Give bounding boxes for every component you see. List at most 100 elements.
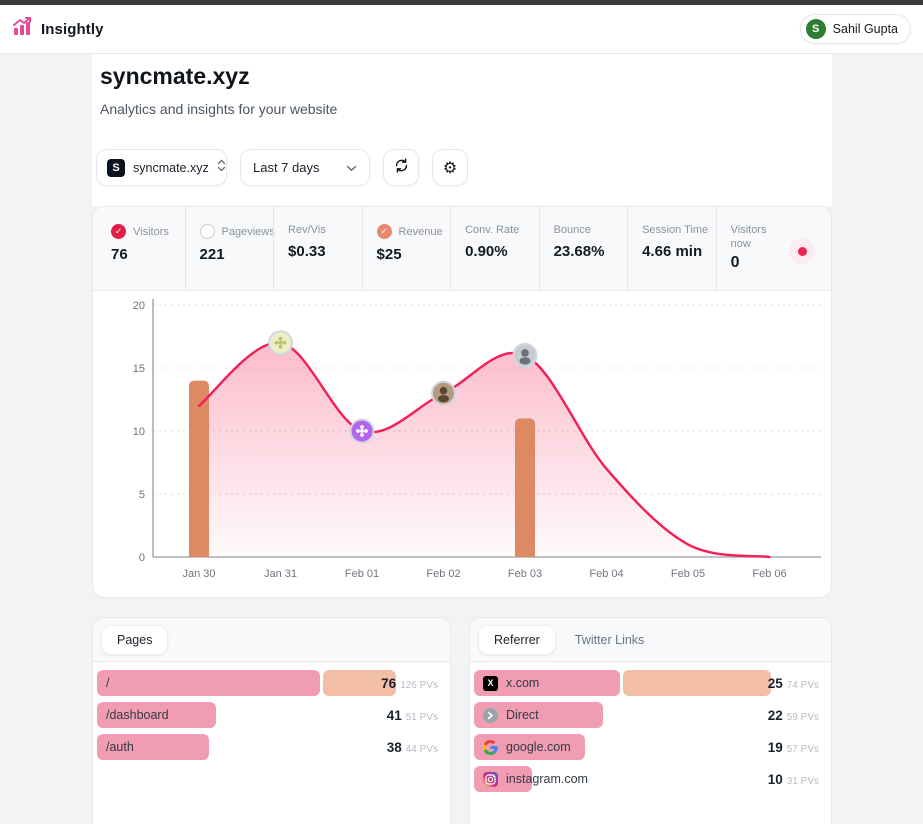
site-selector-value: syncmate.xyz: [133, 161, 209, 175]
stat-value: 0.90%: [465, 243, 533, 260]
referrer-row-direct[interactable]: Direct 2259 PVs: [474, 702, 827, 728]
brand-name: Insightly: [41, 21, 104, 38]
row-value: 2574 PVs: [768, 670, 819, 696]
page-row-[interactable]: / 76126 PVs: [97, 670, 446, 696]
row-label: Xx.com: [474, 670, 539, 696]
row-value: 2259 PVs: [768, 702, 819, 728]
revenue-bar: [189, 381, 209, 557]
traffic-chart: 05101520Jan 30Jan 31Feb 01Feb 02Feb 03Fe…: [93, 291, 831, 597]
stat-label: Conv. Rate: [465, 224, 519, 236]
svg-text:Feb 01: Feb 01: [345, 568, 379, 580]
app-window: Insightly S Sahil Gupta syncmate.xyz Ana…: [0, 0, 923, 824]
page-row-dashboard[interactable]: /dashboard 4151 PVs: [97, 702, 446, 728]
svg-text:15: 15: [133, 363, 145, 375]
svg-text:Feb 05: Feb 05: [671, 568, 705, 580]
date-range-select[interactable]: Last 7 days: [240, 149, 370, 186]
svg-text:5: 5: [139, 489, 145, 501]
row-value: 4151 PVs: [387, 702, 438, 728]
row-label: google.com: [474, 734, 571, 760]
instagram-favicon-icon: [483, 772, 498, 787]
svg-text:Jan 31: Jan 31: [264, 568, 297, 580]
stats-row: ✓ Visitors 76 Pageviews 221 Rev/Vis $0.33 ✓Reve…: [93, 207, 831, 291]
svg-text:10: 10: [133, 426, 145, 438]
stat-toggle-checked-icon[interactable]: ✓: [111, 224, 126, 239]
gear-icon: ⚙: [443, 160, 457, 176]
row-value: 76126 PVs: [381, 670, 438, 696]
avatar-marker-2[interactable]: [351, 420, 374, 443]
stat-value: $25: [377, 246, 445, 263]
brand-logo-link[interactable]: Insightly: [12, 17, 104, 42]
pageviews-bar: [623, 670, 771, 696]
refresh-icon: [393, 157, 410, 179]
row-label: Direct: [474, 702, 539, 728]
row-label: /auth: [97, 734, 134, 760]
app-header: Insightly S Sahil Gupta: [0, 5, 923, 54]
direct-arrow-icon: [483, 708, 498, 723]
svg-text:Jan 30: Jan 30: [182, 568, 215, 580]
row-value: 1957 PVs: [768, 734, 819, 760]
hero-section: syncmate.xyz Analytics and insights for …: [92, 54, 832, 206]
stat-value: 0: [731, 254, 777, 272]
page-row-auth[interactable]: /auth 3844 PVs: [97, 734, 446, 760]
stat-session-time: Session Time4.66 min: [627, 207, 716, 290]
referrer-card: Referrer Twitter Links Xx.com 2574 PVs Dir…: [469, 617, 832, 824]
pages-card-header: Pages: [93, 618, 450, 662]
referrer-list: Xx.com 2574 PVs Direct 2259 PVs google.com 19…: [470, 662, 831, 792]
avatar-marker-4[interactable]: [514, 344, 537, 367]
row-label: /: [97, 670, 109, 696]
pages-card: Pages / 76126 PVs/dashboard 4151 PVs/auth 3…: [92, 617, 451, 824]
stat-toggle-checked-icon[interactable]: ✓: [377, 224, 392, 239]
chevron-updown-icon: [217, 158, 226, 178]
stat-value: 76: [111, 246, 179, 263]
tab-pages[interactable]: Pages: [101, 625, 168, 655]
row-label: /dashboard: [97, 702, 169, 728]
referrer-card-header: Referrer Twitter Links: [470, 618, 831, 662]
stat-toggle-unchecked-icon[interactable]: [200, 224, 215, 239]
live-visitors-dot: [789, 238, 815, 264]
revenue-bar: [515, 418, 535, 557]
stat-conv-rate: Conv. Rate 0.90%: [450, 207, 539, 290]
svg-text:20: 20: [133, 300, 145, 312]
stat-value: 23.68%: [554, 243, 622, 260]
pages-list: / 76126 PVs/dashboard 4151 PVs/auth 3844 PV…: [93, 662, 450, 760]
stat-bounce: Bounce 23.68%: [539, 207, 628, 290]
row-value: 3844 PVs: [387, 734, 438, 760]
chart-svg: 05101520Jan 30Jan 31Feb 01Feb 02Feb 03Fe…: [93, 291, 831, 591]
stat-label: Visitors: [133, 226, 169, 238]
user-menu-button[interactable]: S Sahil Gupta: [800, 14, 911, 44]
visitors-bar: [97, 670, 320, 696]
svg-text:Feb 06: Feb 06: [752, 568, 786, 580]
stat-visitors: ✓ Visitors 76: [97, 207, 185, 290]
stat-pageviews: Pageviews 221: [185, 207, 274, 290]
site-favicon: S: [107, 159, 125, 177]
page-title: syncmate.xyz: [100, 63, 250, 90]
user-avatar: S: [806, 19, 826, 39]
tab-referrer[interactable]: Referrer: [478, 625, 556, 655]
svg-text:Feb 04: Feb 04: [589, 568, 623, 580]
stat-value: 4.66 min: [642, 243, 710, 260]
row-label: instagram.com: [474, 766, 588, 792]
tab-twitter-links[interactable]: Twitter Links: [560, 626, 659, 654]
stat-value: 221: [200, 246, 268, 263]
row-value: 1031 PVs: [768, 766, 819, 792]
google-favicon-icon: [483, 740, 498, 755]
stat-label: Rev/Vis: [288, 224, 326, 236]
stat-label: Bounce: [554, 224, 591, 236]
referrer-row-instagram-com[interactable]: instagram.com 1031 PVs: [474, 766, 827, 792]
stat-revenue: ✓Revenue$25: [362, 207, 451, 290]
referrer-row-google-com[interactable]: google.com 1957 PVs: [474, 734, 827, 760]
settings-button[interactable]: ⚙: [432, 149, 468, 186]
svg-text:0: 0: [139, 552, 145, 564]
user-name: Sahil Gupta: [833, 22, 898, 36]
chevron-down-icon: [346, 159, 357, 177]
stat-label: Pageviews: [222, 226, 275, 238]
date-range-value: Last 7 days: [253, 160, 320, 175]
stat-value: $0.33: [288, 243, 356, 260]
refresh-button[interactable]: [383, 149, 419, 186]
avatar-marker-1[interactable]: [269, 331, 292, 354]
stat-visitors-now: Visitors now0: [716, 207, 827, 290]
referrer-row-x-com[interactable]: Xx.com 2574 PVs: [474, 670, 827, 696]
avatar-marker-3[interactable]: [432, 382, 455, 405]
analytics-card: ✓ Visitors 76 Pageviews 221 Rev/Vis $0.33 ✓Reve…: [92, 206, 832, 598]
site-selector[interactable]: S syncmate.xyz: [96, 149, 227, 186]
